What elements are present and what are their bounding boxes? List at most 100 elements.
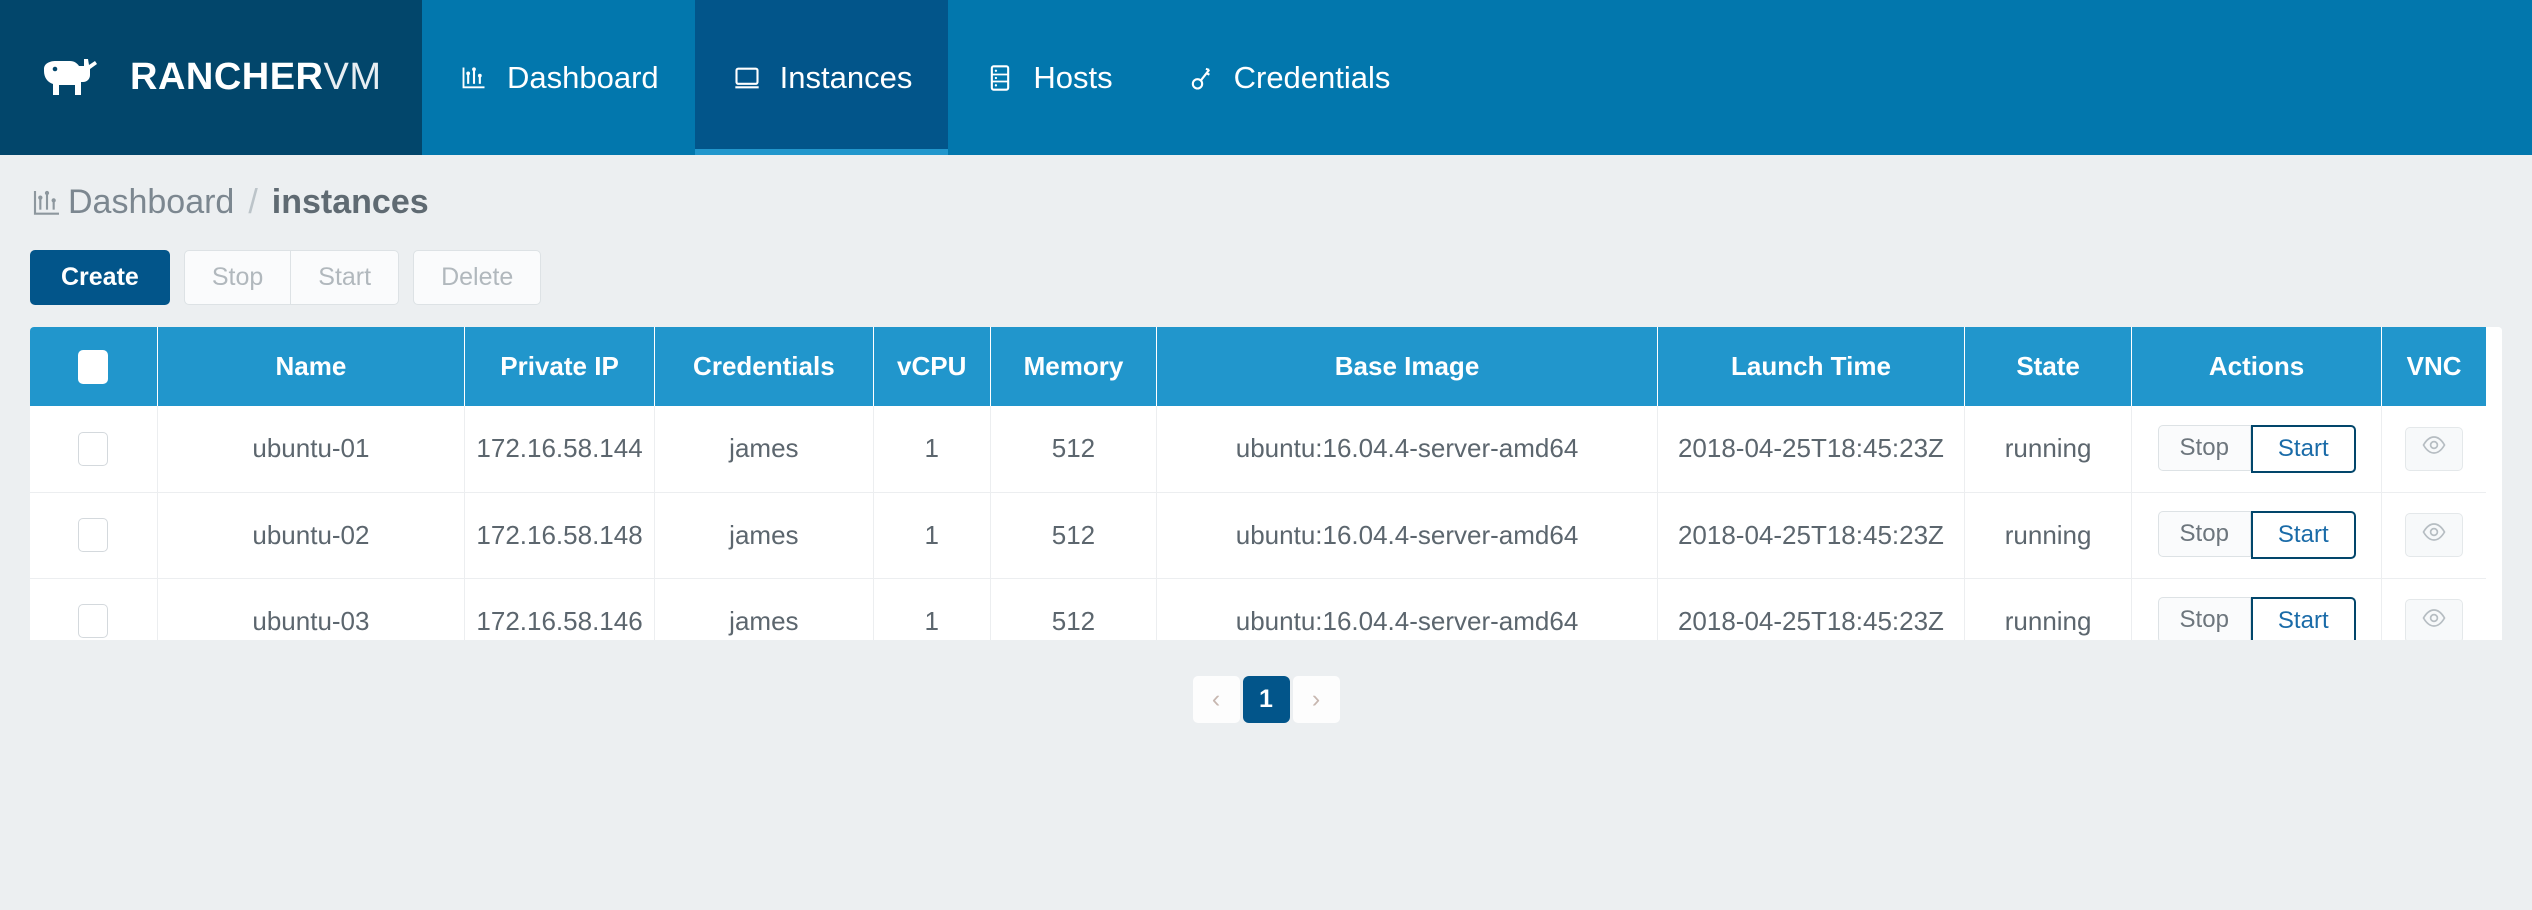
row-start-button[interactable]: Start (2250, 511, 2356, 559)
cell-base-image: ubuntu:16.04.4-server-amd64 (1156, 492, 1658, 579)
column-header-private-ip[interactable]: Private IP (464, 327, 655, 406)
row-select-cell (30, 406, 158, 493)
nav-label-credentials: Credentials (1233, 59, 1391, 95)
stop-start-button-group: Stop Start (183, 250, 400, 305)
column-header-select-all (30, 327, 158, 406)
brand-name-light: VM (323, 56, 382, 98)
start-button[interactable]: Start (291, 250, 400, 305)
select-all-checkbox[interactable] (78, 349, 109, 384)
delete-button[interactable]: Delete (413, 250, 542, 305)
server-icon (984, 62, 1016, 94)
table-row[interactable]: ubuntu-02 172.16.58.148 james 1 512 ubuntu:16… (30, 492, 2486, 579)
cell-vcpu: 1 (873, 492, 991, 579)
row-stop-button[interactable]: Stop (2157, 424, 2251, 471)
cell-name: ubuntu-03 (157, 578, 466, 640)
eye-icon (2422, 433, 2446, 464)
vnc-open-button[interactable] (2405, 513, 2464, 557)
breadcrumb-link-dashboard[interactable]: Dashboard (68, 183, 234, 222)
nav-item-hosts[interactable]: Hosts (948, 0, 1148, 155)
scrollbar-thumb[interactable] (2488, 327, 2500, 477)
cell-base-image: ubuntu:16.04.4-server-amd64 (1156, 406, 1658, 493)
column-header-name[interactable]: Name (157, 327, 466, 406)
stop-button[interactable]: Stop (183, 250, 292, 305)
monitor-icon (731, 62, 763, 94)
row-start-button[interactable]: Start (2250, 597, 2356, 640)
status-badge: running (1964, 492, 2132, 579)
column-header-base-image[interactable]: Base Image (1156, 327, 1658, 406)
row-action-group: Stop Start (2157, 511, 2356, 559)
column-header-launch-time[interactable]: Launch Time (1657, 327, 1966, 406)
pagination-page-1[interactable]: 1 (1242, 676, 1290, 723)
table-row[interactable]: ubuntu-01 172.16.58.144 james 1 512 ubuntu:16… (30, 406, 2486, 493)
breadcrumb-current-page: instances (271, 183, 429, 221)
brand-name: RANCHERVM (130, 56, 382, 99)
nav-label-instances: Instances (779, 59, 913, 95)
nav-item-credentials[interactable]: Credentials (1149, 0, 1427, 155)
vnc-open-button[interactable] (2405, 599, 2464, 640)
column-header-vcpu[interactable]: vCPU (873, 327, 991, 406)
cell-actions: Stop Start (2131, 406, 2383, 493)
row-checkbox[interactable] (78, 604, 109, 639)
cell-credentials: james (654, 406, 874, 493)
breadcrumb-separator: / (248, 183, 258, 221)
cell-actions: Stop Start (2131, 578, 2383, 640)
column-header-credentials[interactable]: Credentials (654, 327, 874, 406)
row-action-group: Stop Start (2157, 424, 2356, 473)
nav-item-instances[interactable]: Instances (694, 0, 949, 155)
cell-memory: 512 (990, 406, 1158, 493)
pagination-next-button[interactable]: › (1292, 676, 1340, 723)
pagination: ‹ 1 › (30, 676, 2502, 723)
bar-chart-icon (30, 186, 64, 220)
pagination-prev-button[interactable]: ‹ (1192, 676, 1240, 723)
cell-credentials: james (654, 578, 874, 640)
instances-table-container: Name Private IP Credentials vCPU Memory … (30, 327, 2502, 640)
nav-item-dashboard[interactable]: Dashboard (422, 0, 695, 155)
nav-label-dashboard: Dashboard (507, 59, 659, 95)
row-action-group: Stop Start (2157, 597, 2356, 640)
row-checkbox[interactable] (78, 431, 109, 466)
cell-private-ip: 172.16.58.148 (464, 492, 655, 579)
eye-icon (2422, 606, 2446, 637)
bar-chart-icon (458, 62, 490, 94)
column-header-actions: Actions (2131, 327, 2383, 406)
cell-launch-time: 2018-04-25T18:45:23Z (1657, 406, 1966, 493)
cell-vnc (2381, 406, 2486, 493)
row-start-button[interactable]: Start (2250, 424, 2356, 473)
cell-vcpu: 1 (873, 578, 991, 640)
create-button[interactable]: Create (30, 250, 170, 305)
cell-launch-time: 2018-04-25T18:45:23Z (1657, 492, 1966, 579)
cell-base-image: ubuntu:16.04.4-server-amd64 (1156, 578, 1658, 640)
cell-memory: 512 (990, 578, 1158, 640)
page-content: Dashboard / instances Create Stop Start … (0, 155, 2532, 723)
column-header-state[interactable]: State (1964, 327, 2132, 406)
row-stop-button[interactable]: Stop (2157, 597, 2251, 640)
cell-launch-time: 2018-04-25T18:45:23Z (1657, 578, 1966, 640)
status-badge: running (1964, 406, 2132, 493)
table-header-row: Name Private IP Credentials vCPU Memory … (30, 327, 2486, 406)
nav-label-hosts: Hosts (1033, 59, 1113, 95)
top-navigation-bar: RANCHERVM Dashboard Instances Hosts Cred… (0, 0, 2532, 155)
table-body: ubuntu-01 172.16.58.144 james 1 512 ubuntu:16… (30, 406, 2486, 640)
row-stop-button[interactable]: Stop (2157, 511, 2251, 557)
row-select-cell (30, 578, 158, 640)
vnc-open-button[interactable] (2405, 426, 2464, 471)
table-vertical-scrollbar[interactable] (2486, 327, 2502, 640)
cell-memory: 512 (990, 492, 1158, 579)
instances-table: Name Private IP Credentials vCPU Memory … (30, 327, 2486, 640)
table-row[interactable]: ubuntu-03 172.16.58.146 james 1 512 ubuntu:16… (30, 578, 2486, 640)
brand-name-bold: RANCHER (130, 56, 324, 98)
column-header-memory[interactable]: Memory (990, 327, 1158, 406)
cow-logo-icon (40, 55, 112, 101)
cell-vcpu: 1 (873, 406, 991, 493)
cell-actions: Stop Start (2131, 492, 2383, 579)
cell-private-ip: 172.16.58.144 (464, 406, 655, 493)
row-select-cell (30, 492, 158, 579)
action-toolbar: Create Stop Start Delete (30, 250, 2502, 305)
cell-name: ubuntu-01 (157, 406, 466, 493)
cell-vnc (2381, 492, 2486, 579)
cell-vnc (2381, 578, 2486, 640)
main-nav-items: Dashboard Instances Hosts Credentials (422, 0, 1426, 155)
brand-logo-area[interactable]: RANCHERVM (0, 0, 422, 155)
row-checkbox[interactable] (78, 518, 109, 553)
status-badge: running (1964, 578, 2132, 640)
